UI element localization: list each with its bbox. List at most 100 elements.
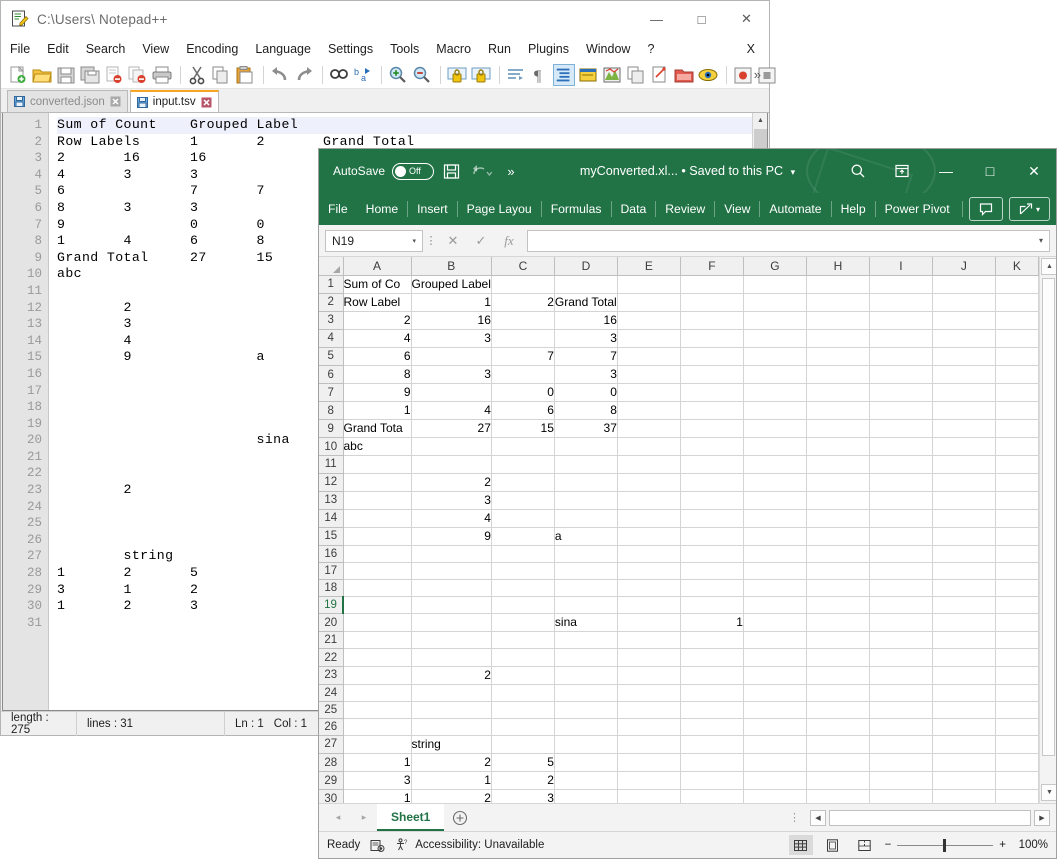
column-header-d[interactable]: D bbox=[554, 257, 618, 276]
cell-F12[interactable] bbox=[680, 473, 744, 492]
cell-C19[interactable] bbox=[491, 596, 555, 615]
cell-G5[interactable] bbox=[743, 347, 807, 366]
folder-as-workspace-icon[interactable] bbox=[673, 64, 695, 86]
cell-J10[interactable] bbox=[932, 437, 996, 457]
cell-H24[interactable] bbox=[806, 684, 870, 702]
page-break-preview-icon[interactable] bbox=[853, 835, 877, 855]
cell-C10[interactable] bbox=[491, 437, 555, 457]
cell-G16[interactable] bbox=[743, 545, 807, 564]
cell-F17[interactable] bbox=[680, 562, 744, 581]
row-header-27[interactable]: 27 bbox=[319, 735, 344, 755]
cell-F4[interactable] bbox=[680, 329, 744, 348]
cell-E12[interactable] bbox=[617, 473, 681, 492]
cell-E5[interactable] bbox=[617, 347, 681, 366]
cell-H29[interactable] bbox=[806, 771, 870, 791]
cell-F8[interactable] bbox=[680, 401, 744, 421]
cell-D8[interactable]: 8 bbox=[554, 401, 618, 421]
cell-B12[interactable]: 2 bbox=[411, 473, 492, 492]
cell-E3[interactable] bbox=[617, 311, 681, 330]
row-header-12[interactable]: 12 bbox=[319, 473, 344, 492]
cell-B26[interactable] bbox=[411, 718, 492, 736]
cell-H12[interactable] bbox=[806, 473, 870, 492]
word-wrap-icon[interactable] bbox=[505, 64, 527, 86]
cell-A26[interactable] bbox=[343, 718, 412, 736]
cell-H16[interactable] bbox=[806, 545, 870, 564]
select-all-corner[interactable] bbox=[319, 257, 344, 276]
cell-E6[interactable] bbox=[617, 365, 681, 385]
print-icon[interactable] bbox=[151, 64, 173, 86]
cell-H14[interactable] bbox=[806, 509, 870, 528]
menu-window[interactable]: Window bbox=[578, 40, 638, 58]
excel-horizontal-scrollbar[interactable]: ◀ ▶ bbox=[810, 809, 1050, 827]
cell-G30[interactable] bbox=[743, 789, 807, 803]
cell-J27[interactable] bbox=[932, 735, 996, 755]
cell-I2[interactable] bbox=[869, 293, 933, 312]
cell-A9[interactable]: Grand Tota bbox=[343, 419, 412, 439]
cell-I17[interactable] bbox=[869, 562, 933, 581]
cell-D20[interactable]: sina bbox=[554, 613, 618, 633]
cell-B1[interactable]: Grouped Label bbox=[411, 275, 492, 294]
cell-I20[interactable] bbox=[869, 613, 933, 633]
cell-K18[interactable] bbox=[995, 579, 1039, 598]
cell-K30[interactable] bbox=[995, 789, 1039, 803]
name-box[interactable]: N19 ▾ bbox=[325, 229, 423, 252]
cell-K11[interactable] bbox=[995, 455, 1039, 474]
cell-B28[interactable]: 2 bbox=[411, 753, 492, 773]
cell-J29[interactable] bbox=[932, 771, 996, 791]
cell-J19[interactable] bbox=[932, 596, 996, 615]
row-header-22[interactable]: 22 bbox=[319, 648, 344, 667]
cell-E25[interactable] bbox=[617, 701, 681, 719]
cell-G24[interactable] bbox=[743, 684, 807, 702]
cell-E7[interactable] bbox=[617, 383, 681, 403]
cell-D21[interactable] bbox=[554, 631, 618, 650]
row-header-17[interactable]: 17 bbox=[319, 562, 344, 581]
column-header-g[interactable]: G bbox=[743, 257, 807, 276]
monitoring-icon[interactable] bbox=[697, 64, 719, 86]
column-header-a[interactable]: A bbox=[343, 257, 412, 276]
cell-E26[interactable] bbox=[617, 718, 681, 736]
cell-J13[interactable] bbox=[932, 491, 996, 510]
cell-D17[interactable] bbox=[554, 562, 618, 581]
paste-icon[interactable] bbox=[234, 64, 256, 86]
cell-A1[interactable]: Sum of Co bbox=[343, 275, 412, 294]
cell-J20[interactable] bbox=[932, 613, 996, 633]
cell-B21[interactable] bbox=[411, 631, 492, 650]
cell-B4[interactable]: 3 bbox=[411, 329, 492, 348]
cell-C16[interactable] bbox=[491, 545, 555, 564]
row-header-28[interactable]: 28 bbox=[319, 753, 344, 773]
replace-icon[interactable]: ba bbox=[352, 64, 374, 86]
cell-G7[interactable] bbox=[743, 383, 807, 403]
tab-converted-json[interactable]: converted.json bbox=[7, 90, 128, 112]
cell-I26[interactable] bbox=[869, 718, 933, 736]
row-header-26[interactable]: 26 bbox=[319, 718, 344, 736]
cell-A5[interactable]: 6 bbox=[343, 347, 412, 366]
row-header-14[interactable]: 14 bbox=[319, 509, 344, 528]
document-map-icon[interactable] bbox=[601, 64, 623, 86]
row-header-10[interactable]: 10 bbox=[319, 437, 344, 457]
menu-search[interactable]: Search bbox=[78, 40, 134, 58]
cell-F20[interactable]: 1 bbox=[680, 613, 744, 633]
cell-H11[interactable] bbox=[806, 455, 870, 474]
cell-D29[interactable] bbox=[554, 771, 618, 791]
row-header-30[interactable]: 30 bbox=[319, 789, 344, 803]
tab-formulas[interactable]: Formulas bbox=[542, 193, 611, 225]
cell-E16[interactable] bbox=[617, 545, 681, 564]
cell-C4[interactable] bbox=[491, 329, 555, 348]
row-header-16[interactable]: 16 bbox=[319, 545, 344, 564]
cell-I29[interactable] bbox=[869, 771, 933, 791]
cell-E17[interactable] bbox=[617, 562, 681, 581]
cell-E13[interactable] bbox=[617, 491, 681, 510]
column-header-h[interactable]: H bbox=[806, 257, 870, 276]
cell-F5[interactable] bbox=[680, 347, 744, 366]
cell-A2[interactable]: Row Label bbox=[343, 293, 412, 312]
cell-F16[interactable] bbox=[680, 545, 744, 564]
menu-settings[interactable]: Settings bbox=[320, 40, 381, 58]
cell-E28[interactable] bbox=[617, 753, 681, 773]
cell-A3[interactable]: 2 bbox=[343, 311, 412, 330]
cell-H18[interactable] bbox=[806, 579, 870, 598]
cell-K28[interactable] bbox=[995, 753, 1039, 773]
cell-B13[interactable]: 3 bbox=[411, 491, 492, 510]
cell-H21[interactable] bbox=[806, 631, 870, 650]
cell-A7[interactable]: 9 bbox=[343, 383, 412, 403]
cell-B30[interactable]: 2 bbox=[411, 789, 492, 803]
